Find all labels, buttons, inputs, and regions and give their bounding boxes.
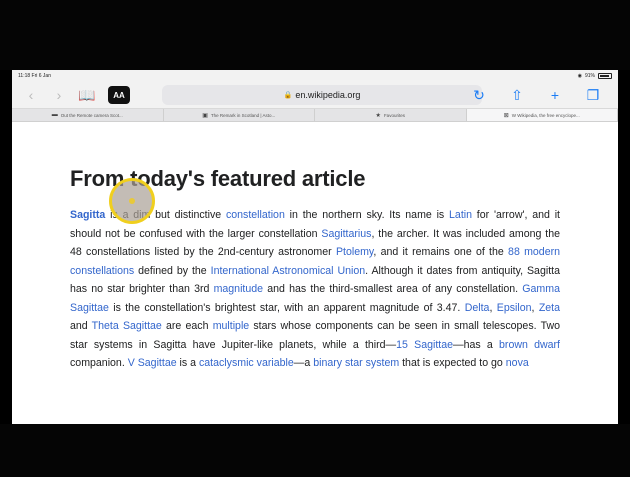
link-brown-dwarf[interactable]: brown dwarf <box>499 339 560 351</box>
link-delta[interactable]: Delta <box>465 302 490 314</box>
tab-remark-scotland[interactable]: ▣ The Remark in Scotland | Asto... <box>164 109 315 121</box>
link-epsilon[interactable]: Epsilon <box>497 302 532 314</box>
back-icon[interactable]: ‹ <box>20 84 42 106</box>
status-indicators: ◉ 91% <box>578 73 612 79</box>
status-time: 11:18 Fri 6 Jan <box>18 73 51 79</box>
link-15-sagittae[interactable]: 15 Sagittae <box>396 339 453 351</box>
ipad-screen: 11:18 Fri 6 Jan ◉ 91% ‹ › 📖 AA 🔒 en.wiki… <box>12 70 618 424</box>
link-constellation[interactable]: constellation <box>226 209 285 221</box>
tab-wikipedia[interactable]: ⊠ W Wikipedia, the free encyclope... <box>466 109 618 121</box>
web-page: From today's featured article Sagitta is… <box>12 122 618 424</box>
tab-favicon-icon: ▬ <box>51 112 58 118</box>
bookmarks-icon[interactable]: 📖 <box>76 84 98 106</box>
tab-bar: ▬ Out the Remote camera Scot... ▣ The Re… <box>12 108 618 122</box>
link-magnitude[interactable]: magnitude <box>214 283 263 295</box>
link-binary-star-system[interactable]: binary star system <box>313 357 399 369</box>
link-iau[interactable]: International Astronomical Union <box>211 265 366 277</box>
tab-favicon-icon: ▣ <box>202 112 208 119</box>
video-letterbox-top <box>0 0 630 70</box>
reload-icon[interactable]: ↻ <box>468 84 490 106</box>
link-ptolemy[interactable]: Ptolemy <box>336 246 373 258</box>
touch-indicator <box>109 178 155 224</box>
address-url: en.wikipedia.org <box>295 90 361 100</box>
lock-icon: 🔒 <box>283 92 293 99</box>
link-cataclysmic-variable[interactable]: cataclysmic variable <box>199 357 294 369</box>
share-icon[interactable]: ⇧ <box>506 84 528 106</box>
battery-icon <box>598 73 612 79</box>
close-tab-icon[interactable]: ⊠ <box>504 112 509 119</box>
battery-percent: 91% <box>584 73 595 79</box>
star-icon: ★ <box>375 112 381 119</box>
link-latin[interactable]: Latin <box>449 209 472 221</box>
new-tab-icon[interactable]: + <box>544 84 566 106</box>
article-body: Sagitta is a dim but distinctive constel… <box>70 209 561 369</box>
link-sagitta[interactable]: Sagitta <box>70 209 105 221</box>
link-nova[interactable]: nova <box>506 357 529 369</box>
tab-favourites[interactable]: ★ Favourites <box>315 109 467 121</box>
tabs-overview-icon[interactable]: ❐ <box>582 84 604 106</box>
video-letterbox-bottom <box>0 424 630 477</box>
link-zeta[interactable]: Zeta <box>539 302 560 314</box>
reader-settings-button[interactable]: AA <box>108 86 130 104</box>
link-v-sagittae[interactable]: V Sagittae <box>128 357 177 369</box>
link-multiple[interactable]: multiple <box>213 320 250 332</box>
wifi-icon: ◉ <box>577 73 582 79</box>
toolbar-right: ↻ ⇧ + ❐ <box>468 84 610 106</box>
status-bar: 11:18 Fri 6 Jan ◉ 91% <box>12 70 618 82</box>
link-theta-sagittae[interactable]: Theta Sagittae <box>92 320 162 332</box>
link-sagittarius[interactable]: Sagittarius <box>321 228 371 240</box>
address-bar[interactable]: 🔒 en.wikipedia.org <box>162 85 482 105</box>
tab-remote-camera[interactable]: ▬ Out the Remote camera Scot... <box>12 109 164 121</box>
forward-icon[interactable]: › <box>48 84 70 106</box>
safari-toolbar: ‹ › 📖 AA 🔒 en.wikipedia.org ↻ ⇧ + ❐ <box>12 82 618 108</box>
